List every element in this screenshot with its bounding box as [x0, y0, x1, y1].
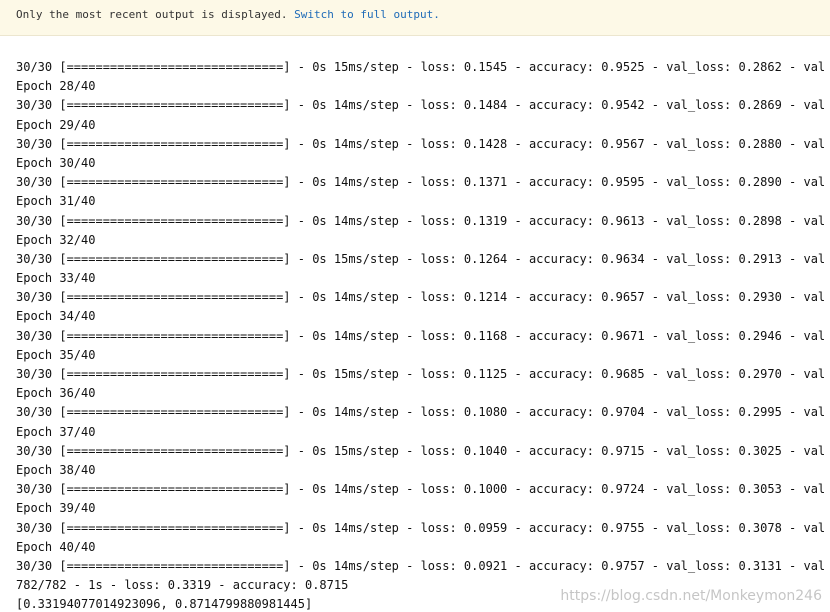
output-line: 30/30 [==============================] -…: [16, 98, 826, 113]
cell-output: 30/30 [==============================] -…: [16, 58, 830, 612]
output-line: 30/30 [==============================] -…: [16, 290, 826, 305]
output-line: Epoch 33/40: [16, 271, 96, 286]
output-line: Epoch 39/40: [16, 501, 96, 516]
notice-text: Only the most recent output is displayed…: [16, 8, 288, 21]
output-line: 30/30 [==============================] -…: [16, 367, 826, 381]
output-line: Epoch 29/40: [16, 117, 96, 132]
blog-watermark: https://blog.csdn.net/Monkeymon246: [560, 588, 822, 604]
output-line: 30/30 [==============================] -…: [16, 60, 826, 74]
output-line: 30/30 [==============================] -…: [16, 251, 826, 266]
output-line: 30/30 [==============================] -…: [16, 136, 826, 151]
output-line: Epoch 28/40: [16, 79, 96, 94]
output-line: Epoch 36/40: [16, 386, 96, 401]
output-line: Epoch 38/40: [16, 462, 96, 477]
output-truncation-notice: Only the most recent output is displayed…: [0, 0, 830, 36]
output-line: 30/30 [==============================] -…: [16, 482, 826, 497]
output-line: 30/30 [==============================] -…: [16, 443, 826, 458]
output-line: Epoch 30/40: [16, 155, 96, 170]
output-line: Epoch 35/40: [16, 347, 96, 362]
output-line: 30/30 [==============================] -…: [16, 520, 826, 535]
switch-to-full-output-link[interactable]: Switch to full output.: [294, 8, 440, 21]
output-line: Epoch 34/40: [16, 309, 96, 324]
output-line: 30/30 [==============================] -…: [16, 213, 826, 228]
output-line: 30/30 [==============================] -…: [16, 405, 826, 420]
output-line: Epoch 40/40: [16, 539, 96, 554]
output-line: 30/30 [==============================] -…: [16, 328, 826, 343]
output-line: Epoch 37/40: [16, 424, 96, 439]
output-line: Epoch 31/40: [16, 194, 96, 209]
output-line: Epoch 32/40: [16, 232, 96, 247]
output-line: 30/30 [==============================] -…: [16, 558, 826, 573]
output-line: 30/30 [==============================] -…: [16, 175, 826, 190]
